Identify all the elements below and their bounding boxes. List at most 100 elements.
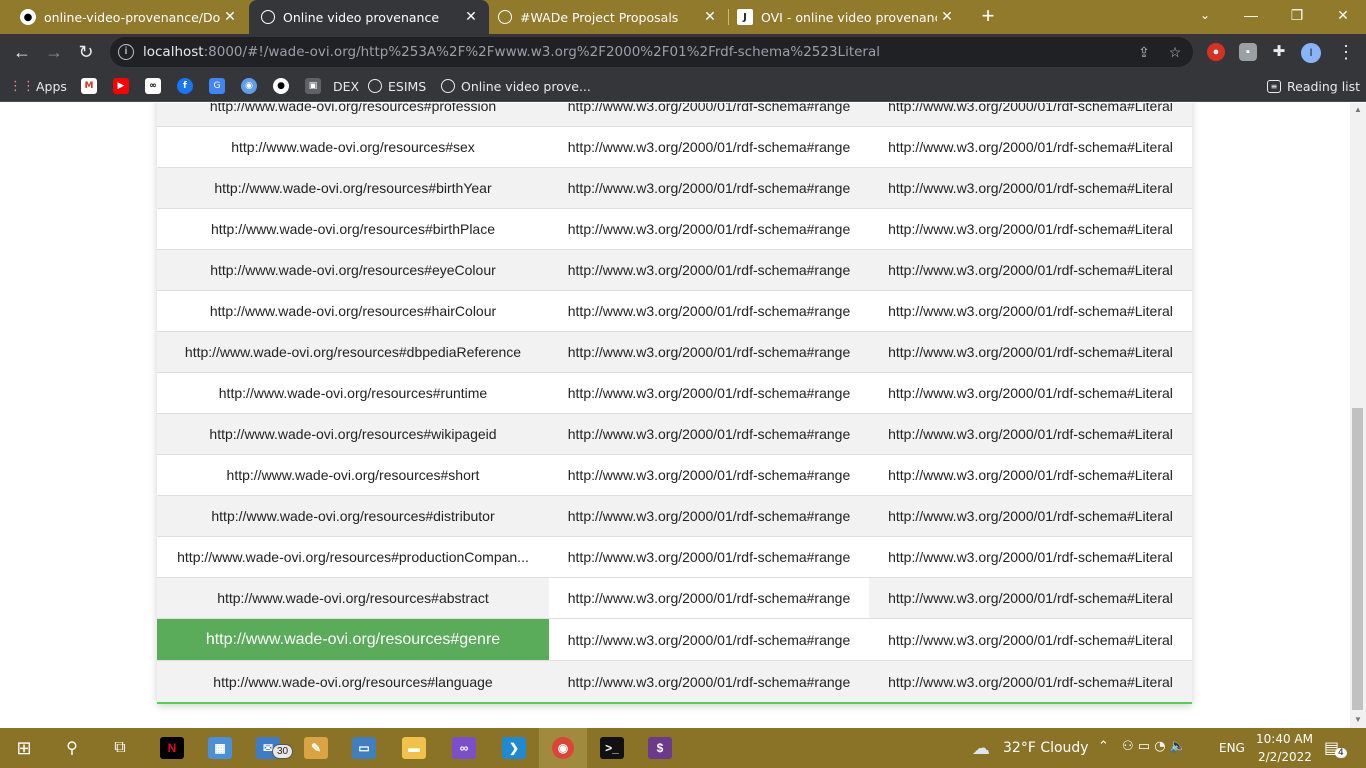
extension-red-icon[interactable]: ● bbox=[1207, 43, 1225, 61]
predicate-cell[interactable]: http://www.w3.org/2000/01/rdf-schema#ran… bbox=[549, 250, 869, 290]
clock-time[interactable]: 10:40 AM bbox=[1256, 732, 1313, 746]
property-cell[interactable]: http://www.wade-ovi.org/resources#eyeCol… bbox=[157, 250, 549, 290]
predicate-cell[interactable]: http://www.w3.org/2000/01/rdf-schema#ran… bbox=[549, 127, 869, 167]
object-cell[interactable]: http://www.w3.org/2000/01/rdf-schema#Lit… bbox=[869, 250, 1192, 290]
scroll-up-icon[interactable]: ▲ bbox=[1350, 103, 1366, 117]
tab-ovi-jira[interactable]: J OVI - online video provenance - ✕ bbox=[729, 0, 965, 34]
property-cell[interactable]: http://www.wade-ovi.org/resources#runtim… bbox=[157, 373, 549, 413]
property-cell[interactable]: http://www.wade-ovi.org/resources#dbpedi… bbox=[157, 332, 549, 372]
predicate-cell[interactable]: http://www.w3.org/2000/01/rdf-schema#ran… bbox=[549, 578, 869, 618]
bookmark-online-video[interactable]: Online video prove... bbox=[441, 76, 591, 96]
bookmark-facebook[interactable]: f bbox=[177, 76, 193, 96]
property-cell[interactable]: http://www.wade-ovi.org/resources#abstra… bbox=[157, 578, 549, 618]
property-cell[interactable]: http://www.wade-ovi.org/resources#birthP… bbox=[157, 209, 549, 249]
reading-list-button[interactable]: ≡ Reading list bbox=[1267, 76, 1360, 96]
back-icon[interactable]: ← bbox=[8, 38, 36, 66]
table-row[interactable]: http://www.wade-ovi.org/resources#hairCo… bbox=[157, 291, 1192, 332]
file-explorer-icon[interactable]: ▬ bbox=[390, 728, 438, 768]
close-icon[interactable]: ✕ bbox=[700, 9, 720, 25]
laptop-app-icon[interactable]: ▭ bbox=[340, 728, 388, 768]
table-row[interactable]: http://www.wade-ovi.org/resources#produc… bbox=[157, 537, 1192, 578]
property-cell[interactable]: http://www.wade-ovi.org/resources#distri… bbox=[157, 496, 549, 536]
close-icon[interactable]: ✕ bbox=[461, 9, 481, 25]
task-view-icon[interactable]: ⧉ bbox=[96, 728, 144, 768]
close-icon[interactable]: ✕ bbox=[937, 9, 957, 25]
property-cell[interactable]: http://www.wade-ovi.org/resources#birthY… bbox=[157, 168, 549, 208]
object-cell[interactable]: http://www.w3.org/2000/01/rdf-schema#Lit… bbox=[869, 414, 1192, 454]
tab-search-icon[interactable]: ⌄ bbox=[1182, 0, 1228, 30]
table-row[interactable]: http://www.wade-ovi.org/resources#profes… bbox=[157, 103, 1192, 127]
property-cell[interactable]: http://www.wade-ovi.org/resources#hairCo… bbox=[157, 291, 549, 331]
table-row[interactable]: http://www.wade-ovi.org/resources#birthY… bbox=[157, 168, 1192, 209]
store-icon[interactable]: ▦ bbox=[196, 728, 244, 768]
tab-online-video-provenance[interactable]: Online video provenance ✕ bbox=[249, 0, 489, 34]
clock-date[interactable]: 2/2/2022 bbox=[1258, 750, 1312, 764]
property-cell[interactable]: http://www.wade-ovi.org/resources#short bbox=[157, 455, 549, 495]
reload-icon[interactable]: ↻ bbox=[72, 38, 100, 66]
property-cell[interactable]: http://www.wade-ovi.org/resources#langua… bbox=[157, 661, 549, 702]
weather-text[interactable]: 32°F Cloudy bbox=[1003, 740, 1089, 756]
profile-avatar[interactable]: I bbox=[1301, 43, 1321, 63]
table-row[interactable]: http://www.wade-ovi.org/resources#short … bbox=[157, 455, 1192, 496]
site-info-icon[interactable]: i bbox=[118, 44, 134, 60]
system-tray-icons[interactable]: ⚇ ▭ ◔ 🔈 bbox=[1122, 739, 1186, 754]
address-bar[interactable]: i localhost:8000/#!/wade-ovi.org/http%25… bbox=[110, 37, 1193, 67]
object-cell[interactable]: http://www.w3.org/2000/01/rdf-schema#Lit… bbox=[869, 496, 1192, 536]
predicate-cell[interactable]: http://www.w3.org/2000/01/rdf-schema#ran… bbox=[549, 168, 869, 208]
paint-icon[interactable]: ✎ bbox=[292, 728, 340, 768]
minimize-button[interactable]: — bbox=[1228, 0, 1274, 30]
vscode-icon[interactable]: ❯ bbox=[490, 728, 538, 768]
table-row[interactable]: http://www.wade-ovi.org/resources#langua… bbox=[157, 661, 1192, 704]
table-row[interactable]: http://www.wade-ovi.org/resources#wikipa… bbox=[157, 414, 1192, 455]
property-cell[interactable]: http://www.wade-ovi.org/resources#wikipa… bbox=[157, 414, 549, 454]
table-row[interactable]: http://www.wade-ovi.org/resources#sex ht… bbox=[157, 127, 1192, 168]
object-cell[interactable]: http://www.w3.org/2000/01/rdf-schema#Lit… bbox=[869, 578, 1192, 618]
property-cell[interactable]: http://www.wade-ovi.org/resources#profes… bbox=[157, 103, 549, 126]
object-cell[interactable]: http://www.w3.org/2000/01/rdf-schema#Lit… bbox=[869, 291, 1192, 331]
close-window-button[interactable]: ✕ bbox=[1320, 0, 1366, 30]
bookmark-github[interactable]: ● bbox=[273, 76, 289, 96]
visual-studio-icon[interactable]: ∞ bbox=[440, 728, 488, 768]
property-cell-hovered[interactable]: http://www.wade-ovi.org/resources#genre bbox=[157, 619, 549, 660]
object-cell[interactable]: http://www.w3.org/2000/01/rdf-schema#Lit… bbox=[869, 373, 1192, 413]
object-cell[interactable]: http://www.w3.org/2000/01/rdf-schema#Lit… bbox=[869, 455, 1192, 495]
table-row-highlighted[interactable]: http://www.wade-ovi.org/resources#genre … bbox=[157, 619, 1192, 661]
bookmark-esims[interactable]: ESIMS bbox=[368, 76, 426, 96]
bookmark-gmail[interactable]: M bbox=[81, 76, 97, 96]
predicate-cell[interactable]: http://www.w3.org/2000/01/rdf-schema#ran… bbox=[549, 455, 869, 495]
restore-button[interactable]: ❐ bbox=[1274, 0, 1320, 30]
property-cell[interactable]: http://www.wade-ovi.org/resources#produc… bbox=[157, 537, 549, 577]
predicate-cell[interactable]: http://www.w3.org/2000/01/rdf-schema#ran… bbox=[549, 661, 869, 702]
scroll-down-icon[interactable]: ▼ bbox=[1350, 713, 1366, 727]
chevron-up-icon[interactable]: ⌃ bbox=[1098, 739, 1109, 754]
predicate-cell[interactable]: http://www.w3.org/2000/01/rdf-schema#ran… bbox=[549, 291, 869, 331]
forward-icon[interactable]: → bbox=[40, 38, 68, 66]
wsl-terminal-icon[interactable]: $ bbox=[636, 728, 684, 768]
tab-github-docs[interactable]: ● online-video-provenance/Docum ✕ bbox=[0, 0, 248, 34]
table-row[interactable]: http://www.wade-ovi.org/resources#distri… bbox=[157, 496, 1192, 537]
object-cell[interactable]: http://www.w3.org/2000/01/rdf-schema#Lit… bbox=[869, 619, 1192, 660]
chrome-icon[interactable]: ◉ bbox=[539, 728, 587, 768]
bookmark-star-icon[interactable]: ☆ bbox=[1166, 43, 1184, 61]
share-icon[interactable]: ⇪ bbox=[1135, 43, 1153, 61]
language-indicator[interactable]: ENG bbox=[1219, 741, 1245, 755]
predicate-cell[interactable]: http://www.w3.org/2000/01/rdf-schema#ran… bbox=[549, 209, 869, 249]
bookmark-translate[interactable]: G bbox=[209, 76, 225, 96]
terminal-icon[interactable]: >_ bbox=[588, 728, 636, 768]
object-cell[interactable]: http://www.w3.org/2000/01/rdf-schema#Lit… bbox=[869, 209, 1192, 249]
bookmark-dex[interactable]: ▣ DEX bbox=[305, 76, 359, 96]
predicate-cell[interactable]: http://www.w3.org/2000/01/rdf-schema#ran… bbox=[549, 103, 869, 126]
bookmark-app[interactable]: ◉ bbox=[241, 76, 257, 96]
bookmark-hotel[interactable]: ∞ bbox=[145, 76, 161, 96]
new-tab-button[interactable]: + bbox=[976, 4, 1000, 28]
tab-wade-proposals[interactable]: #WADe Project Proposals ✕ bbox=[490, 0, 728, 34]
netflix-icon[interactable]: N bbox=[148, 728, 196, 768]
url-text[interactable]: localhost:8000/#!/wade-ovi.org/http%253A… bbox=[143, 44, 880, 60]
scrollbar-thumb[interactable] bbox=[1352, 408, 1363, 710]
predicate-cell[interactable]: http://www.w3.org/2000/01/rdf-schema#ran… bbox=[549, 619, 869, 660]
page-scrollbar[interactable]: ▲ ▼ bbox=[1350, 103, 1366, 728]
table-row[interactable]: http://www.wade-ovi.org/resources#dbpedi… bbox=[157, 332, 1192, 373]
object-cell[interactable]: http://www.w3.org/2000/01/rdf-schema#Lit… bbox=[869, 103, 1192, 126]
menu-dots-icon[interactable]: ⋮ bbox=[1336, 40, 1356, 64]
table-row[interactable]: http://www.wade-ovi.org/resources#eyeCol… bbox=[157, 250, 1192, 291]
